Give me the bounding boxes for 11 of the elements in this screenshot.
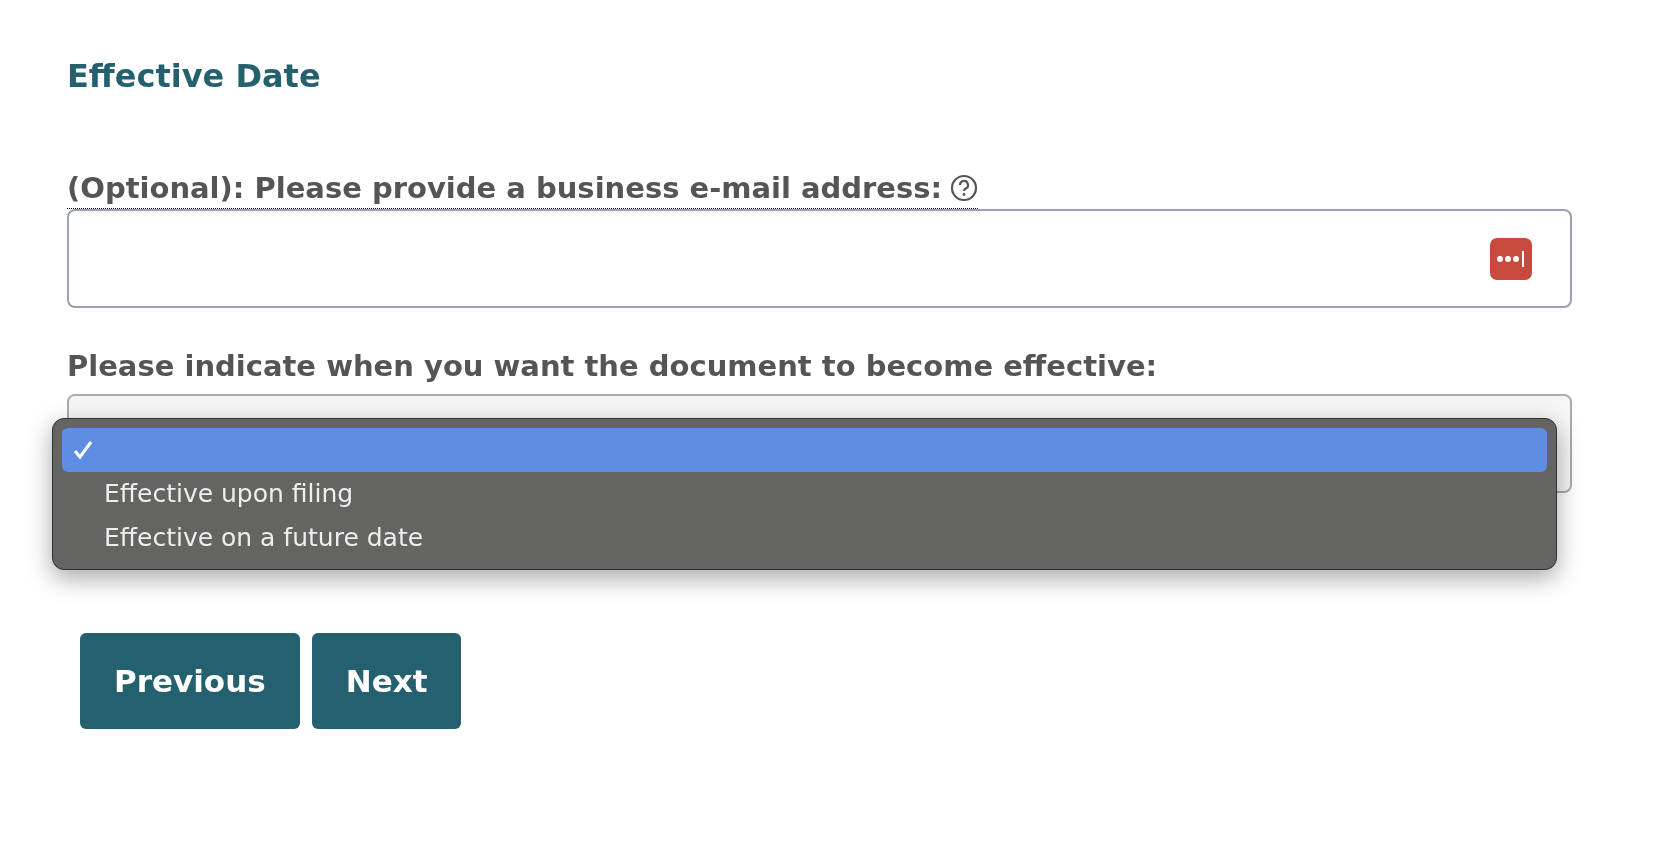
dropdown-option[interactable]: Effective upon filing: [62, 472, 1547, 516]
password-manager-icon[interactable]: [1490, 237, 1532, 280]
email-input-field[interactable]: [67, 209, 1572, 308]
dropdown-option[interactable]: Effective on a future date: [62, 516, 1547, 560]
nav-button[interactable]: Next: [311, 633, 462, 729]
section-heading: Effective Date: [67, 56, 321, 97]
checkmark-icon: [72, 439, 94, 461]
help-icon[interactable]: [950, 174, 979, 202]
field-label: (Optional): Please provide a business e-mail address:: [67, 170, 943, 206]
nav-button[interactable]: Previous: [80, 633, 300, 729]
field-label: Please indicate when you want the document to become effective:: [67, 348, 1158, 384]
